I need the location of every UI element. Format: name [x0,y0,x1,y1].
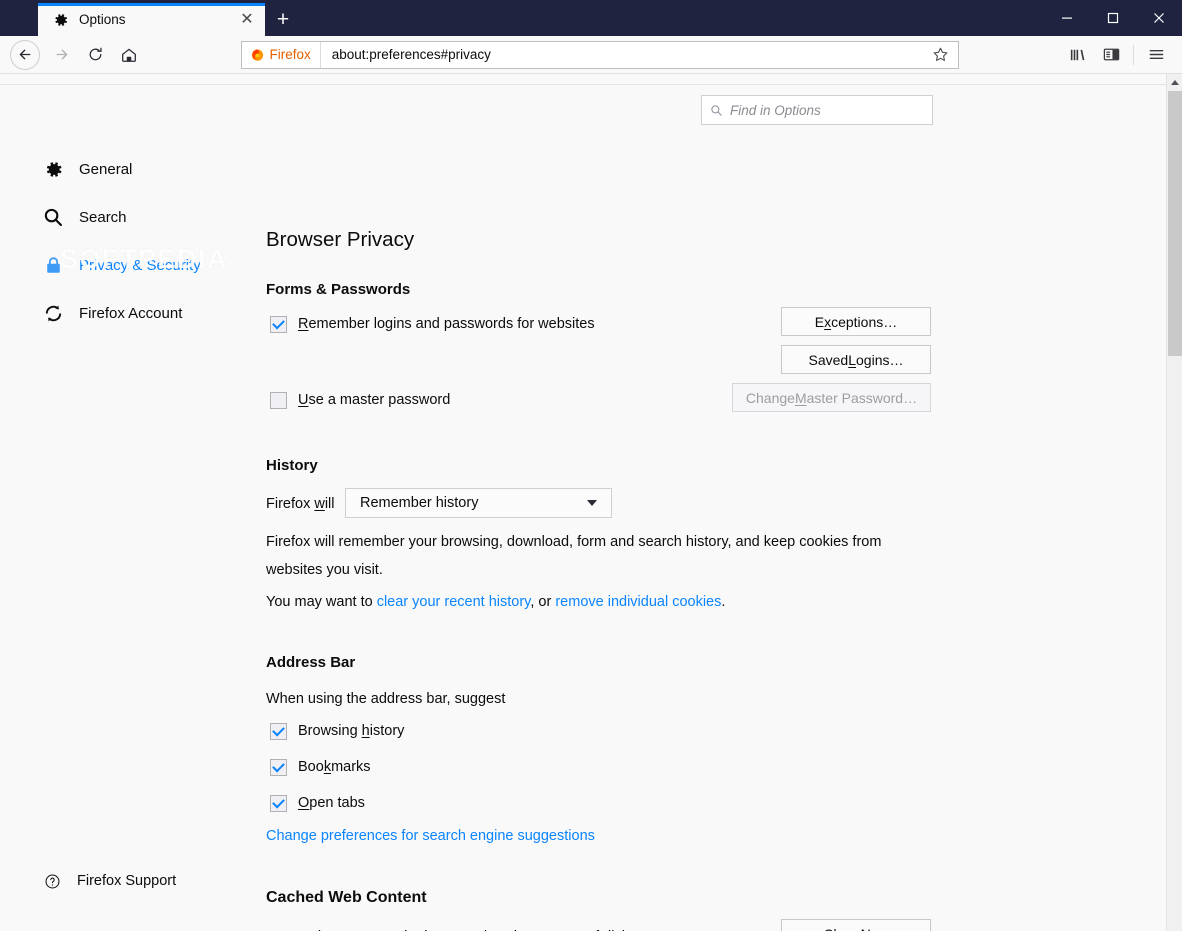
preferences-sidebar: General Search Privacy & Security Firefo… [0,74,250,931]
clear-recent-history-link[interactable]: clear your recent history [377,594,531,610]
identity-label: Firefox [269,47,311,62]
sidebar-item-label: Firefox Support [77,873,177,889]
sidebar-item-label: General [79,160,133,178]
tab-strip: Options ✕ + [0,0,301,36]
history-mode-select[interactable]: Remember history [345,488,612,518]
navigation-toolbar: Firefox about:preferences#privacy [0,36,1182,74]
forward-button [44,40,78,70]
search-icon [710,104,723,117]
section-heading-forms-passwords: Forms & Passwords [266,281,411,298]
section-heading-cached-web-content: Cached Web Content [266,889,427,906]
bookmark-star-icon[interactable] [926,42,956,68]
clear-now-button[interactable]: Clear Now [781,919,931,931]
checkbox-box[interactable] [270,794,287,812]
toolbar-right-controls [1061,40,1172,70]
content-scrollbar[interactable] [1166,74,1182,931]
scrollbar-up-arrow[interactable] [1167,74,1182,90]
maximize-button[interactable] [1090,0,1136,36]
change-master-password-button: Change Master Password… [732,383,931,412]
remove-individual-cookies-link[interactable]: remove individual cookies [555,594,721,610]
preferences-content: General Search Privacy & Security Firefo… [0,74,1182,931]
sidebar-item-privacy-security[interactable]: Privacy & Security [42,251,201,279]
preferences-main-pane: Browser Privacy Forms & Passwords Rememb… [266,74,1166,931]
window-controls [1044,0,1182,36]
sidebar-item-firefox-support[interactable]: Firefox Support [42,867,176,895]
sidebar-item-label: Privacy & Security [79,256,201,274]
tab-options[interactable]: Options ✕ [38,3,265,36]
checkbox-open-tabs[interactable]: Open tabs [270,793,365,813]
section-heading-address-bar: Address Bar [266,654,356,671]
reload-button[interactable] [78,40,112,70]
saved-logins-button[interactable]: Saved Logins… [781,345,931,374]
checkbox-bookmarks[interactable]: Bookmarks [270,757,371,777]
checkbox-box[interactable] [270,722,287,740]
padlock-icon [42,254,64,276]
section-heading-history: History [266,457,318,474]
sidebar-item-search[interactable]: Search [42,203,127,231]
checkbox-use-master-password[interactable]: Use a master password [270,390,450,410]
hamburger-menu-icon[interactable] [1140,40,1172,70]
checkbox-label: Bookmarks [298,759,371,775]
sync-icon [42,302,64,324]
toolbar-separator [1133,44,1134,65]
search-input[interactable] [730,102,924,118]
checkbox-remember-logins[interactable]: Remember logins and passwords for websit… [270,314,595,334]
sidebar-item-label: Search [79,208,127,226]
new-tab-button[interactable]: + [265,3,301,36]
checkbox-label: Browsing history [298,723,405,739]
identity-box[interactable]: Firefox [242,41,321,68]
cache-usage-text: Your web content cache is currently usin… [266,925,672,931]
firefox-will-label: Firefox will [266,496,335,512]
sidebar-item-label: Firefox Account [79,304,183,322]
checkbox-label: Remember logins and passwords for websit… [298,316,595,332]
checkbox-box[interactable] [270,758,287,776]
close-window-button[interactable] [1136,0,1182,36]
history-links-line: You may want to clear your recent histor… [266,594,726,610]
checkbox-label: Open tabs [298,795,365,811]
sidebar-icon[interactable] [1095,40,1127,70]
checkbox-box[interactable] [270,391,287,409]
checkbox-label: Use a master password [298,392,451,408]
checkbox-box[interactable] [270,315,287,333]
address-bar[interactable]: Firefox about:preferences#privacy [240,40,959,69]
gear-icon [52,11,69,28]
tab-title: Options [79,12,126,27]
title-bar: Options ✕ + [0,0,1182,36]
gear-icon [42,158,64,180]
home-button[interactable] [112,40,146,70]
minimize-button[interactable] [1044,0,1090,36]
chevron-down-icon [587,500,597,506]
question-circle-icon [42,870,62,892]
history-description-line-1: Firefox will remember your browsing, dow… [266,534,882,550]
sidebar-item-firefox-account[interactable]: Firefox Account [42,299,182,327]
back-button[interactable] [10,39,40,70]
history-description-line-2: websites you visit. [266,562,383,578]
scrollbar-thumb[interactable] [1168,91,1182,356]
browser-window: Options ✕ + Firefox about:preferences#pr… [0,0,1182,931]
firefox-logo-icon [251,49,263,61]
checkbox-browsing-history[interactable]: Browsing history [270,721,404,741]
select-value: Remember history [360,495,479,511]
address-bar-subtitle: When using the address bar, suggest [266,691,506,707]
exceptions-button[interactable]: Ex ceptions… [781,307,931,336]
library-icon[interactable] [1061,40,1093,70]
magnifier-icon [42,206,64,228]
url-text[interactable]: about:preferences#privacy [321,47,926,62]
close-tab-icon[interactable]: ✕ [237,10,257,30]
sidebar-item-general[interactable]: General [42,155,132,183]
find-in-options-box[interactable] [701,95,933,125]
urlbar-container: Firefox about:preferences#privacy [146,40,1053,69]
search-engine-suggestions-link[interactable]: Change preferences for search engine sug… [266,828,595,844]
page-title: Browser Privacy [266,228,415,251]
